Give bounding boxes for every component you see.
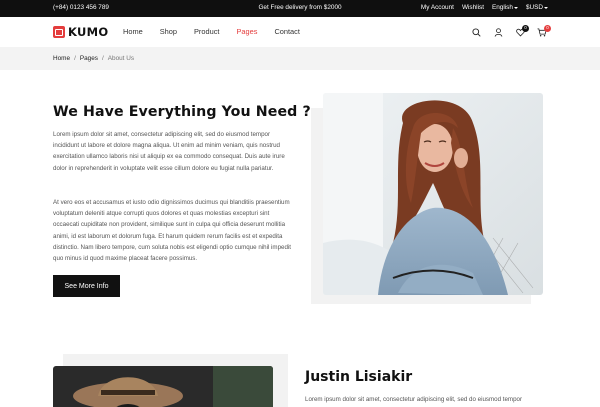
cart-icon[interactable]: 0 (536, 25, 551, 38)
cart-count-badge: 0 (544, 25, 551, 32)
logo[interactable]: KUMO (53, 25, 108, 39)
logo-bag-icon (53, 26, 65, 38)
profile-name: Justin Lisiakir (305, 369, 413, 385)
breadcrumb-home[interactable]: Home (53, 55, 70, 62)
about-photo-woman (323, 93, 543, 295)
profile-photo (53, 366, 273, 407)
breadcrumb-current: About Us (107, 55, 135, 62)
breadcrumb-pages[interactable]: Pages (80, 55, 98, 62)
nav-item-product[interactable]: Product (194, 27, 219, 36)
currency-label: $USD (525, 4, 543, 11)
header-icons: 0 0 (470, 25, 551, 38)
nav-item-pages[interactable]: Pages (236, 27, 257, 36)
language-label: English (491, 4, 513, 11)
nav-item-home[interactable]: Home (123, 27, 143, 36)
my-account-link[interactable]: My Account (421, 4, 454, 11)
user-icon[interactable] (492, 26, 504, 38)
main-nav: Home Shop Product Pages Contact (123, 27, 300, 36)
chevron-down-icon (513, 6, 518, 9)
wishlist-heart-icon[interactable]: 0 (514, 25, 529, 38)
breadcrumb-separator: / (101, 55, 104, 62)
nav-item-shop[interactable]: Shop (160, 27, 177, 36)
language-select[interactable]: English (492, 4, 518, 11)
topbar-links: My Account Wishlist English $USD (421, 4, 548, 11)
profile-paragraph: Lorem ipsum dolor sit amet, consectetur … (305, 396, 523, 403)
search-icon[interactable] (470, 26, 482, 38)
main-header: KUMO Home Shop Product Pages Contact 0 0 (0, 17, 600, 47)
chevron-down-icon (544, 6, 548, 9)
breadcrumb-bar: Home / Pages / About Us (0, 47, 600, 70)
currency-select[interactable]: $USD (526, 4, 548, 11)
breadcrumb: Home / Pages / About Us (53, 55, 134, 62)
about-title: We Have Everything You Need ? (53, 104, 311, 120)
about-paragraph-2: At vero eos et accusamus et iusto odio d… (53, 199, 291, 263)
wishlist-link[interactable]: Wishlist (462, 4, 484, 11)
wishlist-count-badge: 0 (522, 25, 529, 32)
see-more-info-button[interactable]: See More Info (53, 275, 120, 297)
breadcrumb-separator: / (74, 55, 76, 62)
top-bar: (+84) 0123 456 789 Get Free delivery fro… (0, 0, 600, 17)
about-paragraph-1: Lorem ipsum dolor sit amet, consectetur … (53, 131, 285, 172)
nav-item-contact[interactable]: Contact (274, 27, 299, 36)
brand-name: KUMO (68, 25, 109, 39)
